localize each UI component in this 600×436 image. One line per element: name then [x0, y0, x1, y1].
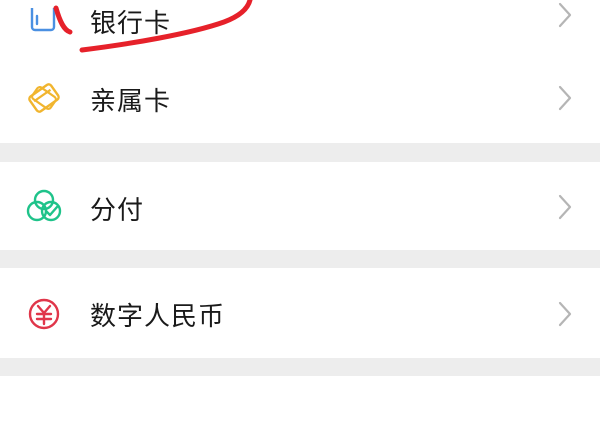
- menu-item-installment[interactable]: 分付: [0, 162, 600, 250]
- chevron-right-icon: [558, 301, 572, 327]
- menu-item-digital-rmb[interactable]: 数字人民币: [0, 268, 600, 358]
- menu-item-label: 数字人民币: [90, 302, 226, 332]
- menu-item-family-card[interactable]: 亲属卡: [0, 53, 600, 143]
- menu-item-next[interactable]: [0, 376, 600, 436]
- menu-item-label: 亲属卡: [90, 87, 172, 117]
- menu-item-label: 分付: [90, 196, 145, 226]
- chevron-right-icon: [558, 85, 572, 111]
- digital-rmb-icon: [25, 295, 63, 333]
- chevron-right-icon: [558, 2, 572, 28]
- menu-item-label: 银行卡: [90, 9, 172, 39]
- installment-icon: [25, 187, 63, 225]
- family-card-icon: [25, 79, 63, 117]
- menu-item-bank-card[interactable]: 银行卡: [0, 0, 600, 53]
- chevron-right-icon: [558, 194, 572, 220]
- bank-card-icon: [25, 6, 63, 44]
